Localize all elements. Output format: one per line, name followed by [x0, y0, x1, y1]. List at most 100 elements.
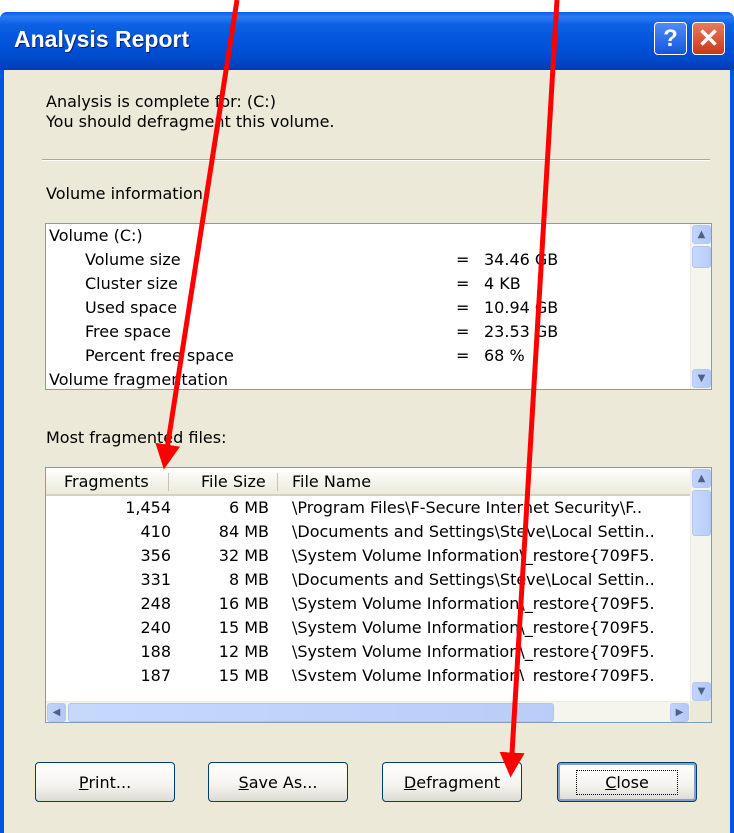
equals-sign: =: [456, 322, 470, 341]
dialog-title: Analysis Report: [14, 26, 190, 52]
clipped-caption-strip: [0, 0, 734, 12]
file-name-cell: \Program Files\F-Secure Internet Securit…: [292, 498, 643, 517]
file-size-cell: 32 MB: [218, 546, 269, 565]
fragments-cell: 356: [140, 546, 171, 565]
focus-rectangle: Close: [576, 769, 678, 795]
file-size-cell: 8 MB: [228, 570, 269, 589]
defragment-button[interactable]: Defragment: [382, 762, 522, 802]
defragment-access-key: D: [403, 772, 417, 792]
scroll-down-button[interactable]: ▼: [692, 682, 711, 701]
fragments-cell: 188: [140, 642, 171, 661]
chevron-down-icon: ▼: [697, 373, 706, 384]
equals-sign: =: [456, 250, 470, 269]
table-row[interactable]: 1,454 6 MB \Program Files\F-Secure Inter…: [46, 497, 691, 521]
scrollbar-corner: [690, 701, 711, 722]
file-size-cell: 15 MB: [218, 666, 269, 681]
most-fragmented-files-label: Most fragmented files:: [46, 428, 227, 447]
table-row[interactable]: 410 84 MB \Documents and Settings\Steve\…: [46, 521, 691, 545]
scroll-left-button[interactable]: ◀: [47, 703, 66, 722]
percent-free-space-value: 68 %: [484, 346, 525, 365]
print-button[interactable]: Print...: [35, 762, 175, 802]
table-row[interactable]: 187 15 MB \System Volume Information\_re…: [46, 665, 691, 681]
close-button[interactable]: Close: [557, 762, 697, 802]
chevron-up-icon: ▲: [697, 229, 706, 240]
close-access-key: C: [605, 772, 617, 792]
equals-sign: =: [456, 298, 470, 317]
fragments-cell: 410: [140, 522, 171, 541]
file-name-cell: \Documents and Settings\Steve\Local Sett…: [292, 570, 655, 589]
help-icon: ?: [663, 24, 678, 52]
cluster-size-label: Cluster size: [85, 274, 178, 293]
defragment-button-label: efragment: [416, 772, 501, 792]
files-list-vertical-scrollbar[interactable]: ▲ ▼: [690, 468, 711, 702]
file-size-cell: 16 MB: [218, 594, 269, 613]
volume-heading: Volume (C:): [49, 226, 143, 245]
table-row[interactable]: 356 32 MB \System Volume Information\_re…: [46, 545, 691, 569]
files-list-horizontal-scrollbar[interactable]: ◀ ▶: [46, 701, 691, 722]
scroll-down-button[interactable]: ▼: [692, 369, 711, 388]
file-size-cell: 6 MB: [228, 498, 269, 517]
fragments-cell: 1,454: [125, 498, 171, 517]
status-line-2: You should defragment this volume.: [46, 112, 335, 131]
file-name-cell: \System Volume Information\_restore{709F…: [292, 666, 655, 681]
chevron-left-icon: ◀: [52, 707, 61, 718]
chevron-down-icon: ▼: [697, 686, 706, 697]
table-row[interactable]: 248 16 MB \System Volume Information\_re…: [46, 593, 691, 617]
table-row[interactable]: 240 15 MB \System Volume Information\_re…: [46, 617, 691, 641]
used-space-label: Used space: [85, 298, 178, 317]
volume-fragmentation-label: Volume fragmentation: [49, 370, 229, 389]
help-button[interactable]: ?: [654, 22, 687, 55]
file-size-cell: 15 MB: [218, 618, 269, 637]
volume-information-label: Volume information:: [46, 184, 209, 203]
save-as-button-label: ave As...: [248, 772, 318, 792]
print-button-label: rint...: [88, 772, 132, 792]
volume-list-scrollbar[interactable]: ▲ ▼: [690, 224, 711, 389]
status-line-1: Analysis is complete for: (C:): [46, 92, 276, 111]
dialog-body: Analysis is complete for: (C:) You shoul…: [4, 70, 730, 833]
scroll-thumb[interactable]: [692, 490, 711, 536]
list-header: Fragments File Size File Name: [46, 468, 691, 496]
file-name-cell: \System Volume Information\_restore{709F…: [292, 546, 655, 565]
table-row[interactable]: 331 8 MB \Documents and Settings\Steve\L…: [46, 569, 691, 593]
save-as-button[interactable]: Save As...: [208, 762, 348, 802]
file-size-cell: 12 MB: [218, 642, 269, 661]
file-name-cell: \System Volume Information\_restore{709F…: [292, 642, 655, 661]
scroll-up-button[interactable]: ▲: [692, 225, 711, 244]
equals-sign: =: [456, 346, 470, 365]
fragments-cell: 187: [140, 666, 171, 681]
free-space-value: 23.53 GB: [484, 322, 559, 341]
volume-size-value: 34.46 GB: [484, 250, 559, 269]
used-space-value: 10.94 GB: [484, 298, 559, 317]
cluster-size-value: 4 KB: [484, 274, 521, 293]
print-access-key: P: [78, 772, 89, 792]
column-divider[interactable]: [168, 473, 169, 491]
file-name-cell: \System Volume Information\_restore{709F…: [292, 594, 655, 613]
fragmented-files-list[interactable]: Fragments File Size File Name 1,454 6 MB…: [45, 467, 712, 723]
close-button-label: lose: [616, 772, 649, 792]
file-size-cell: 84 MB: [218, 522, 269, 541]
separator: [42, 159, 710, 161]
title-bar[interactable]: Analysis Report ? ✕: [0, 12, 734, 70]
close-window-button[interactable]: ✕: [692, 22, 725, 55]
free-space-label: Free space: [85, 322, 171, 341]
scroll-right-button[interactable]: ▶: [670, 703, 689, 722]
equals-sign: =: [456, 274, 470, 293]
chevron-up-icon: ▲: [697, 473, 706, 484]
column-header-file-size[interactable]: File Size: [201, 472, 266, 492]
close-icon: ✕: [697, 23, 720, 53]
column-divider[interactable]: [277, 473, 278, 491]
horizontal-scroll-thumb[interactable]: [68, 703, 554, 722]
column-header-fragments[interactable]: Fragments: [64, 472, 149, 492]
column-header-file-name[interactable]: File Name: [292, 472, 371, 492]
volume-information-list[interactable]: Volume (C:) Volume size = 34.46 GB Clust…: [45, 223, 712, 390]
table-row[interactable]: 188 12 MB \System Volume Information\_re…: [46, 641, 691, 665]
fragments-cell: 240: [140, 618, 171, 637]
save-access-key: S: [238, 772, 249, 792]
fragments-cell: 248: [140, 594, 171, 613]
fragments-cell: 331: [140, 570, 171, 589]
analysis-report-dialog: Analysis Report ? ✕ Analysis is complete…: [0, 12, 734, 833]
scroll-up-button[interactable]: ▲: [692, 469, 711, 488]
file-name-cell: \System Volume Information\_restore{709F…: [292, 618, 655, 637]
scroll-thumb[interactable]: [692, 246, 711, 268]
volume-size-label: Volume size: [85, 250, 181, 269]
